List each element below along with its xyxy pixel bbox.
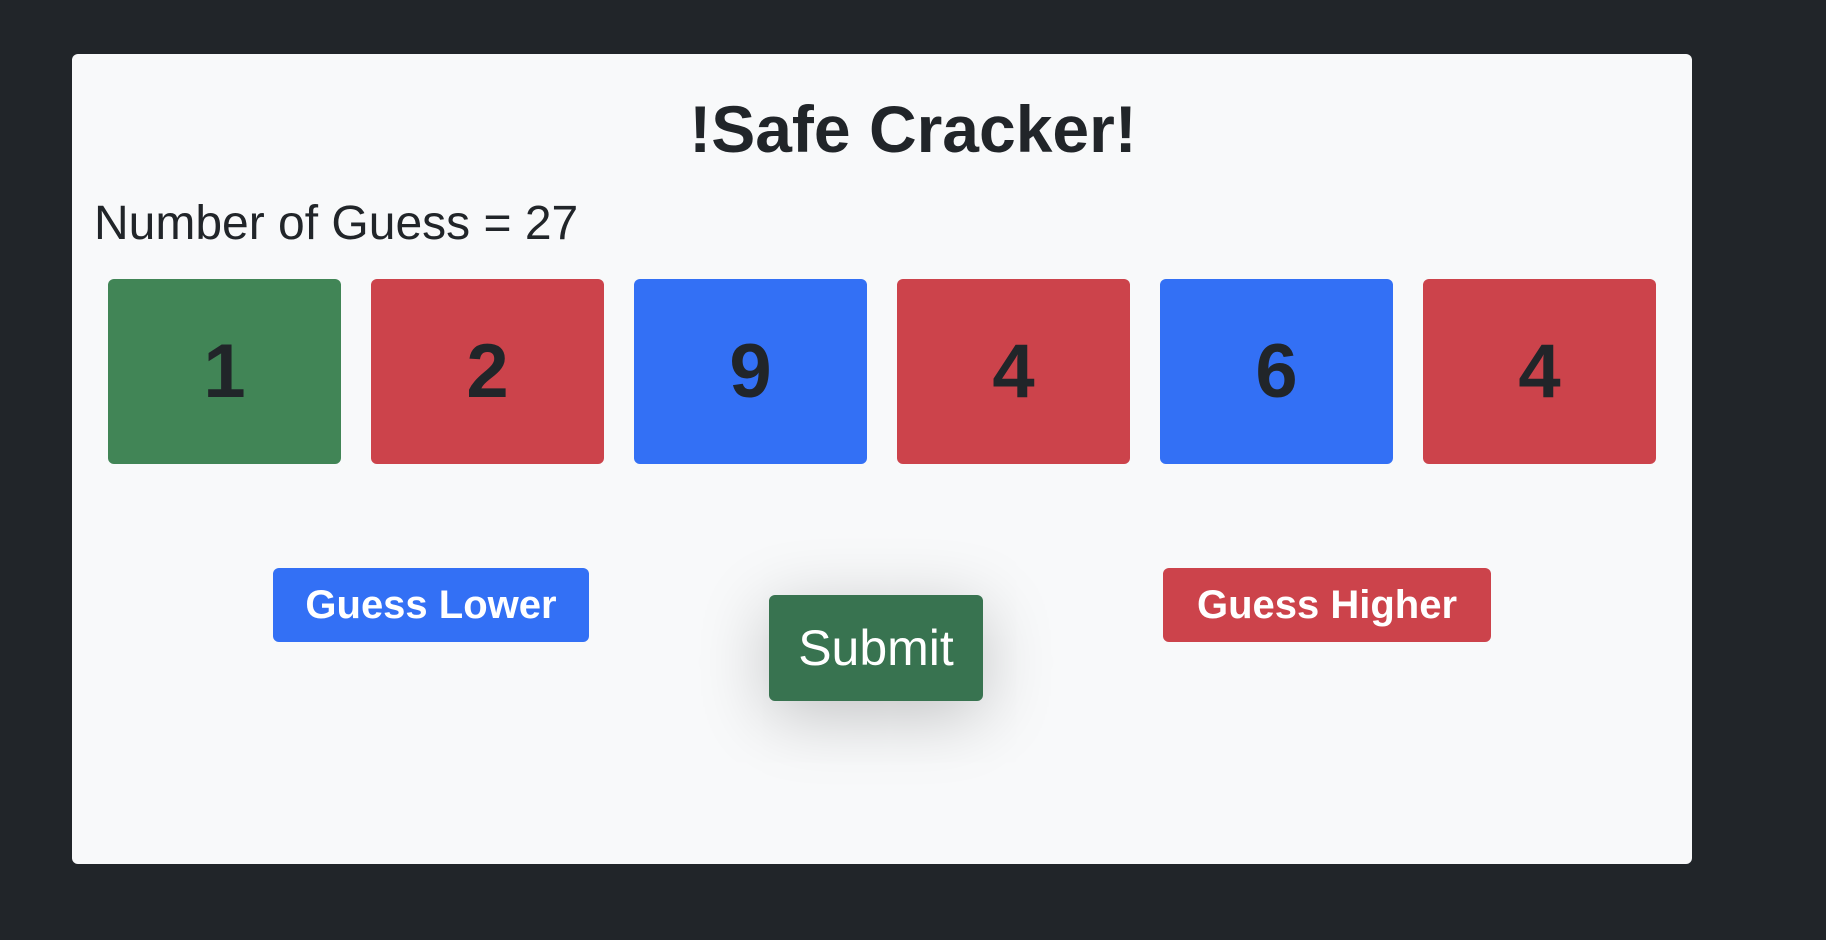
digit-row: 1 2 9 4 6 4 xyxy=(108,279,1657,464)
digit-tile-5[interactable]: 6 xyxy=(1160,279,1393,464)
guess-lower-button[interactable]: Guess Lower xyxy=(273,568,589,642)
page-title: !Safe Cracker! xyxy=(689,92,1137,166)
guess-counter: Number of Guess = 27 xyxy=(94,197,579,250)
guess-higher-button[interactable]: Guess Higher xyxy=(1163,568,1491,642)
digit-tile-4[interactable]: 4 xyxy=(897,279,1130,464)
digit-tile-3[interactable]: 9 xyxy=(634,279,867,464)
digit-tile-1[interactable]: 1 xyxy=(108,279,341,464)
digit-tile-6[interactable]: 4 xyxy=(1423,279,1656,464)
submit-button[interactable]: Submit xyxy=(769,595,983,701)
digit-tile-2[interactable]: 2 xyxy=(371,279,604,464)
